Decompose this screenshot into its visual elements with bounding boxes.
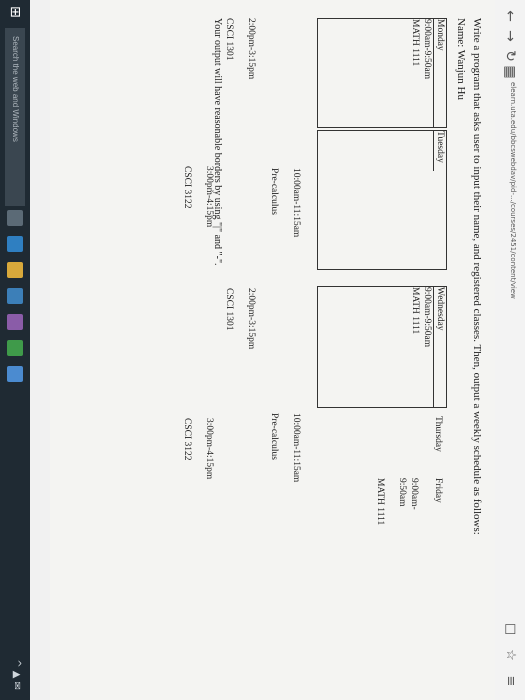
forward-icon[interactable]: →	[500, 26, 520, 46]
thursday-pm-cell: 3:00pm-4:15pm CSCI 3122	[181, 418, 215, 518]
windows-start-icon[interactable]: ⊞	[7, 6, 23, 22]
task-view-icon[interactable]	[7, 210, 23, 226]
thursday-header: Thursday	[433, 416, 443, 452]
tuesday-time: 10:00am-11:15am	[291, 168, 301, 238]
thursday-pm-course: CSCI 3122	[182, 418, 192, 461]
wednesday-course: MATH 1111	[410, 287, 420, 335]
friday-time: 9:00am-9:50am	[397, 478, 419, 510]
friday-header: Friday	[433, 478, 443, 503]
wednesday-time: 9:00am-9:50am	[422, 287, 432, 348]
reading-view-icon[interactable]: □	[500, 620, 520, 638]
windows-taskbar: ⊞ Search the web and Windows ^ ▲ ✉	[0, 0, 30, 700]
app-icon-blue[interactable]	[7, 366, 23, 382]
wednesday-cell: Wednesday 9:00am-9:50am MATH 1111	[317, 286, 447, 408]
tuesday-header: Tuesday	[433, 131, 446, 171]
monday-pm-cell: 2:00pm-3:15pm CSCI 1301	[223, 18, 257, 118]
tuesday-pm-course: CSCI 3122	[182, 166, 192, 209]
thursday-header-cell: Thursday	[432, 416, 444, 486]
monday-time: 9:00am-9:50am	[422, 19, 432, 80]
wednesday-pm-cell: 2:00pm-3:15pm CSCI 1301	[223, 288, 257, 388]
monday-header: Monday	[433, 19, 446, 127]
lock-icon: ▦	[502, 65, 518, 79]
laptop-screen: ← → ↻ ▦ elearn.uta.edu/bbcswebdav/pid-..…	[0, 0, 525, 700]
browser-toolbar: ← → ↻ ▦ elearn.uta.edu/bbcswebdav/pid-..…	[494, 0, 525, 700]
edge-icon[interactable]	[7, 236, 23, 252]
monday-pm-time: 2:00pm-3:15pm	[246, 18, 256, 80]
thursday-am-cell: 10:00am-11:15am Pre-calculus	[268, 413, 302, 513]
taskbar-search-box[interactable]: Search the web and Windows	[5, 28, 25, 206]
monday-course: MATH 1111	[410, 19, 420, 67]
star-icon[interactable]: ☆	[500, 646, 520, 664]
hub-icon[interactable]: ≡	[500, 672, 520, 690]
name-line: Name: Wanjun Hu	[455, 18, 467, 101]
friday-cell: Friday 9:00am-9:50am MATH 1111	[374, 478, 444, 538]
tuesday-am-cell: 10:00am-11:15am Pre-calculus	[268, 168, 302, 268]
store-icon[interactable]	[7, 288, 23, 304]
weekly-schedule: Monday 9:00am-9:50am MATH 1111 Tuesday W…	[182, 18, 447, 525]
tuesday-pm-cell: 3:00pm-4:15pm CSCI 3122	[181, 166, 215, 266]
wednesday-pm-time: 2:00pm-3:15pm	[246, 288, 256, 350]
footer-note: Your output will have reasonable borders…	[212, 18, 223, 266]
thursday-course: Pre-calculus	[269, 413, 279, 460]
address-bar[interactable]: elearn.uta.edu/bbcswebdav/pid-.../course…	[509, 82, 517, 299]
assignment-instruction: Write a program that asks user to input …	[471, 18, 483, 535]
tuesday-cell: Tuesday	[317, 130, 447, 270]
app-icon[interactable]	[7, 314, 23, 330]
taskbar-pinned-apps	[7, 210, 23, 382]
wednesday-header: Wednesday	[433, 287, 446, 407]
monday-pm-course: CSCI 1301	[224, 18, 234, 61]
monday-cell: Monday 9:00am-9:50am MATH 1111	[317, 18, 447, 128]
thursday-pm-time: 3:00pm-4:15pm	[204, 418, 214, 480]
friday-course: MATH 1111	[375, 478, 385, 526]
file-explorer-icon[interactable]	[7, 262, 23, 278]
tuesday-course: Pre-calculus	[269, 168, 279, 215]
wednesday-pm-course: CSCI 1301	[224, 288, 234, 331]
app-icon-green[interactable]	[7, 340, 23, 356]
document-page: Write a program that asks user to input …	[50, 0, 495, 700]
back-icon[interactable]: ←	[500, 6, 520, 26]
system-tray[interactable]: ^ ▲ ✉	[11, 659, 22, 690]
browser-actions: □ ☆ ≡	[500, 620, 520, 690]
thursday-time: 10:00am-11:15am	[291, 413, 301, 483]
